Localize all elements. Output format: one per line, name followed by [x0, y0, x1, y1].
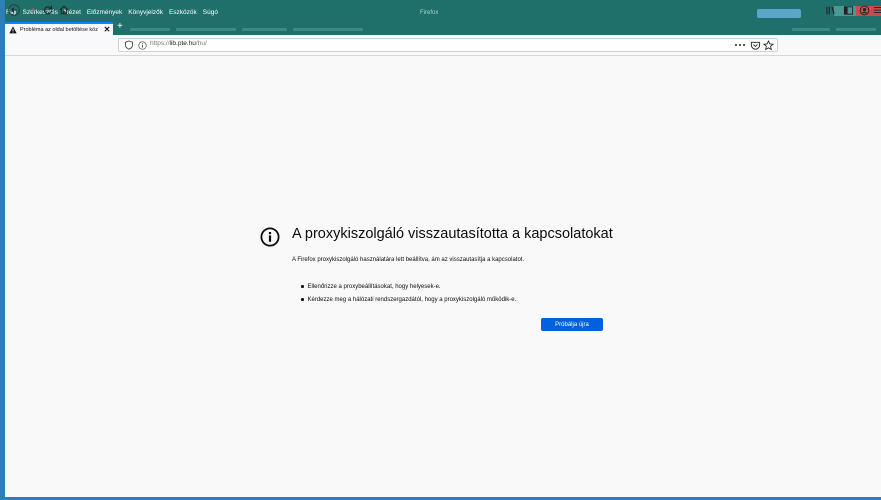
sidebar-icon[interactable]: [841, 3, 855, 17]
url-domain: lib.pte.hu: [169, 40, 196, 47]
info-icon[interactable]: [135, 38, 149, 52]
menu-icon[interactable]: [871, 3, 881, 17]
page-actions-icon[interactable]: [733, 38, 747, 52]
tabstrip-hint: [293, 28, 363, 31]
tab-active[interactable]: Probléma az oldal betöltése köz ✕: [5, 22, 113, 35]
menu-bookmarks[interactable]: Könyvjelzők: [127, 9, 164, 19]
menu-help[interactable]: Súgó: [202, 9, 219, 19]
home-icon[interactable]: [57, 3, 71, 17]
forward-icon[interactable]: [25, 3, 39, 17]
reload-icon[interactable]: [41, 3, 55, 17]
tabstrip-hint: [242, 28, 287, 31]
error-description: A Firefox proxykiszolgáló használatára l…: [292, 257, 525, 263]
shield-icon[interactable]: [122, 38, 136, 52]
account-icon[interactable]: [857, 3, 871, 17]
menu-history[interactable]: Előzmények: [86, 9, 123, 19]
menu-tools[interactable]: Eszközök: [168, 9, 198, 19]
url-path: /hu/: [195, 40, 207, 47]
tabstrip-hint: [836, 28, 876, 31]
window-title: Firefox: [420, 10, 439, 16]
library-icon[interactable]: [823, 3, 837, 17]
suggestion-item: Kérdezze meg a hálózati rendszergazdától…: [301, 293, 517, 306]
taskbar-indicator: [757, 9, 801, 18]
url-bar[interactable]: [118, 38, 778, 52]
tabstrip-hint: [176, 28, 236, 31]
tab-close-icon[interactable]: ✕: [103, 25, 111, 34]
retry-button[interactable]: Próbálja újra: [541, 318, 603, 331]
error-suggestions: Ellenőrizze a proxybeállításokat, hogy h…: [301, 280, 517, 306]
tab-label: Probléma az oldal betöltése köz: [20, 26, 98, 33]
url-text: https://lib.pte.hu/hu/: [150, 40, 207, 47]
url-prefix: https://: [150, 40, 170, 47]
bookmark-star-icon[interactable]: [761, 38, 775, 52]
new-tab-button[interactable]: +: [117, 22, 123, 32]
tabstrip-hint: [130, 28, 170, 31]
suggestion-item: Ellenőrizze a proxybeállításokat, hogy h…: [301, 280, 516, 293]
tabstrip-hint: [792, 28, 830, 31]
page-content: [5, 56, 881, 497]
pocket-icon[interactable]: [748, 38, 762, 52]
warning-icon: [9, 25, 17, 34]
info-icon: [260, 227, 280, 247]
error-title: A proxykiszolgáló visszautasította a kap…: [292, 226, 613, 242]
back-icon[interactable]: [7, 3, 21, 17]
